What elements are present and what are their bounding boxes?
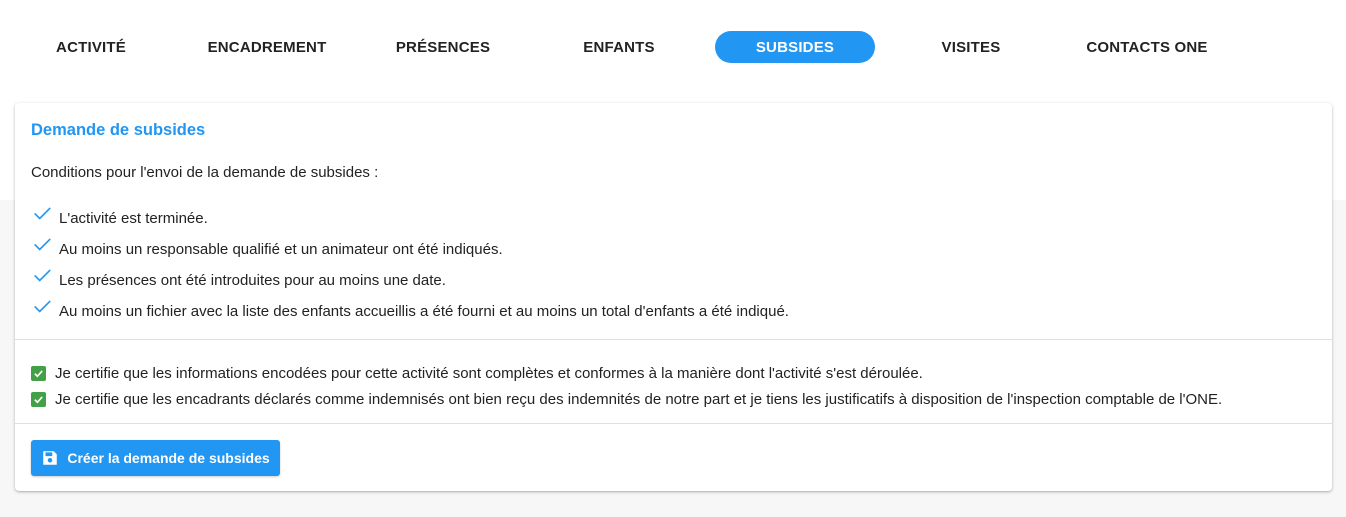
certifications: Je certifie que les informations encodée… (31, 360, 1222, 412)
condition-item: L'activité est terminée. (31, 203, 789, 234)
divider (15, 339, 1332, 340)
condition-item: Les présences ont été introduites pour a… (31, 265, 789, 296)
check-icon (34, 269, 51, 282)
certification-item[interactable]: Je certifie que les encadrants déclarés … (31, 386, 1222, 412)
checkmark-icon (34, 369, 43, 377)
condition-text: Au moins un responsable qualifié et un a… (59, 241, 503, 258)
conditions-intro: Conditions pour l'envoi de la demande de… (31, 164, 379, 181)
tab-activite[interactable]: ACTIVITÉ (36, 31, 146, 63)
certification-checkbox[interactable] (31, 365, 46, 381)
divider (15, 423, 1332, 424)
tab-presences[interactable]: PRÉSENCES (373, 31, 513, 63)
certification-text: Je certifie que les encadrants déclarés … (55, 390, 1223, 408)
certification-checkbox[interactable] (31, 391, 46, 407)
save-icon (43, 451, 58, 465)
tab-contacts-one[interactable]: CONTACTS ONE (1072, 31, 1222, 63)
create-subsidy-request-button[interactable]: Créer la demande de subsides (31, 440, 280, 476)
tab-enfants[interactable]: ENFANTS (559, 31, 679, 63)
subsidy-request-card: Demande de subsides Conditions pour l'en… (15, 103, 1332, 491)
certification-item[interactable]: Je certifie que les informations encodée… (31, 360, 1222, 386)
checkmark-icon (34, 395, 43, 403)
condition-item: Au moins un responsable qualifié et un a… (31, 234, 789, 265)
card-title: Demande de subsides (31, 121, 206, 139)
condition-text: L'activité est terminée. (59, 210, 208, 227)
certification-text: Je certifie que les informations encodée… (55, 364, 923, 382)
tab-encadrement[interactable]: ENCADREMENT (187, 31, 347, 63)
tab-visites[interactable]: VISITES (916, 31, 1026, 63)
create-button-label: Créer la demande de subsides (67, 450, 270, 466)
tab-bar: ACTIVITÉ ENCADREMENT PRÉSENCES ENFANTS S… (0, 0, 1346, 95)
conditions-list: L'activité est terminée. Au moins un res… (31, 203, 789, 327)
check-icon (34, 238, 51, 251)
tab-subsides[interactable]: SUBSIDES (715, 31, 875, 63)
condition-text: Au moins un fichier avec la liste des en… (59, 303, 789, 320)
condition-item: Au moins un fichier avec la liste des en… (31, 296, 789, 327)
condition-text: Les présences ont été introduites pour a… (59, 272, 446, 289)
check-icon (34, 300, 51, 313)
check-icon (34, 207, 51, 220)
